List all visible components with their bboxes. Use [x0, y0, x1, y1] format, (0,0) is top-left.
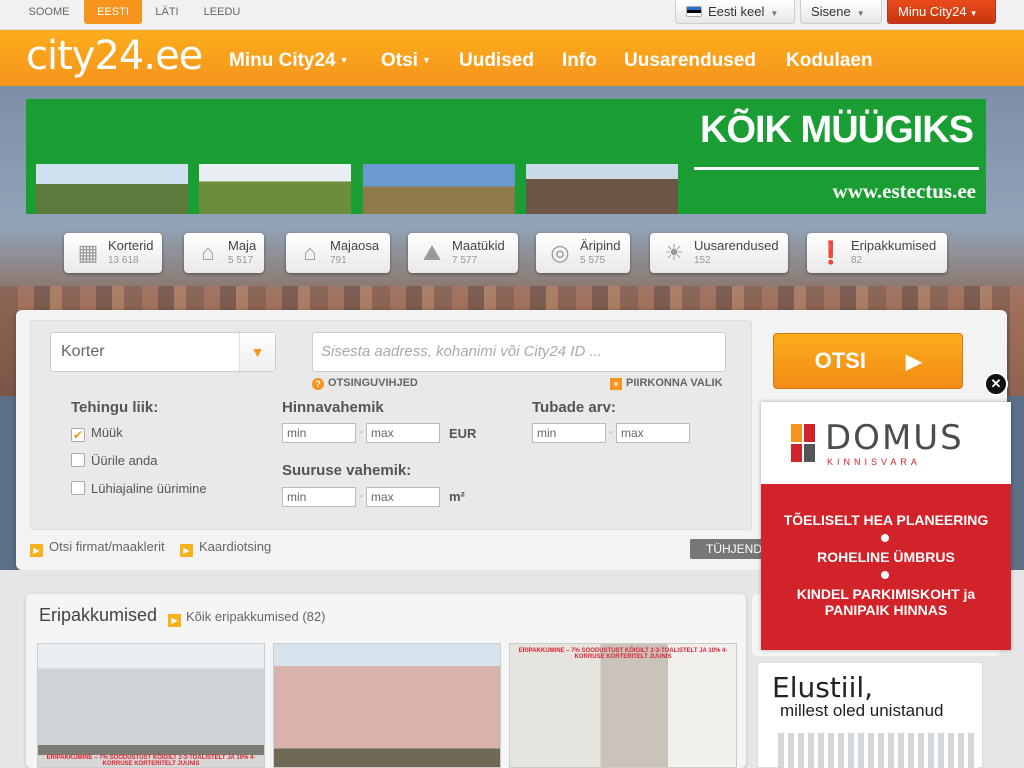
- checkmark-icon: ✔: [71, 428, 85, 442]
- estectus-ad-banner[interactable]: KÕIK MÜÜGIKS www.estectus.ee: [26, 99, 986, 214]
- close-icon[interactable]: ✕: [984, 372, 1008, 396]
- caret-down-icon: ▼: [969, 9, 978, 18]
- lang-link-leedu[interactable]: LEEDU: [196, 0, 248, 24]
- domus-feature: TÕELISELT HEA PLANEERING: [783, 512, 989, 528]
- offers-title: Eripakkumised: [39, 605, 158, 625]
- elustiil-title: Elustiil,: [772, 671, 874, 704]
- ad-photo-field: [199, 164, 351, 214]
- lang-link-soome[interactable]: SOOME: [18, 0, 80, 24]
- domus-name: DOMUS: [825, 418, 964, 458]
- play-icon: ▶: [30, 544, 43, 557]
- offer-card-2[interactable]: [273, 643, 501, 768]
- my-city24-dropdown[interactable]: Minu City24 ▼: [887, 0, 996, 24]
- category-majaosa[interactable]: ⌂ Majaosa 791: [286, 233, 390, 273]
- search-tips-link[interactable]: ? OTSINGUVIHJED: [312, 377, 418, 390]
- domus-ad-popup[interactable]: ✕ DOMUS KINNISVARA TÕELISELT HEA PLANEER…: [761, 372, 1011, 650]
- category-maatukid[interactable]: ⛰ Maatükid 7 577: [408, 233, 518, 273]
- deal-type-rent-checkbox[interactable]: Üürile anda: [71, 453, 158, 468]
- building-image: [778, 733, 978, 768]
- category-uusarendused[interactable]: ☀ Uusarendused 152: [650, 233, 788, 273]
- login-dropdown[interactable]: Sisene ▼: [800, 0, 882, 24]
- main-header: city24.ee Minu City24 ▼ Otsi ▼ Uudised Inf…: [0, 30, 1024, 86]
- top-bar: SOOME EESTI LÄTI LEEDU Eesti keel ▼ Sisen…: [0, 0, 1024, 30]
- sun-icon: ☀: [664, 240, 684, 265]
- category-korterid[interactable]: ▦ Korterid 13 618: [64, 233, 162, 273]
- arrow-right-icon: ▶: [905, 351, 922, 373]
- site-logo[interactable]: city24.ee: [26, 33, 203, 79]
- exclamation-icon: ❗: [817, 240, 845, 265]
- nav-item-kodulaen[interactable]: Kodulaen: [786, 50, 873, 72]
- house-part-icon: ⌂: [303, 240, 317, 265]
- category-aripind[interactable]: ◎ Äripind 5 575: [536, 233, 630, 273]
- play-icon: ▶: [180, 544, 193, 557]
- offer-caption: ERIPAKKUMINE – 7% SOODUSTUST KÕIGILT 2-3…: [38, 755, 264, 767]
- estonian-flag-icon: [686, 6, 702, 17]
- ad-photo-forest: [36, 164, 188, 214]
- price-max-input[interactable]: max: [366, 423, 440, 443]
- currency-label: EUR: [449, 426, 477, 441]
- search-submit-button[interactable]: OTSI ▶: [773, 333, 963, 389]
- question-icon: ?: [312, 378, 324, 390]
- nav-item-uusarendused[interactable]: Uusarendused: [624, 50, 756, 72]
- find-agent-link[interactable]: ▶ Otsi firmat/maaklerit: [30, 539, 165, 557]
- language-dropdown[interactable]: Eesti keel ▼: [675, 0, 795, 24]
- ad-photo-building: [526, 164, 678, 214]
- category-maja[interactable]: ⌂ Maja 5 517: [184, 233, 264, 273]
- lang-link-eesti[interactable]: EESTI: [84, 0, 142, 24]
- deal-type-label: Tehingu liik:: [71, 399, 159, 416]
- apartment-icon: ▦: [77, 240, 99, 265]
- ad-photo-meadow: [363, 164, 515, 214]
- size-range-label: Suuruse vahemik:: [282, 462, 412, 479]
- deal-type-sale-checkbox[interactable]: ✔ Müük: [71, 425, 123, 442]
- offer-card-1[interactable]: ERIPAKKUMINE – 7% SOODUSTUST KÕIGILT 2-3…: [37, 643, 265, 768]
- property-type-select[interactable]: Korter ▼: [50, 332, 276, 372]
- price-min-input[interactable]: min: [282, 423, 356, 443]
- category-eripakkumised[interactable]: ❗ Eripakkumised 82: [807, 233, 947, 273]
- offer-caption: ERIPAKKUMINE – 7% SOODUSTUST KÕIGILT 2-3…: [518, 648, 728, 660]
- domus-feature: KINDEL PARKIMISKOHT ja PANIPAIK HINNAS: [796, 586, 976, 618]
- ad-divider: [694, 167, 979, 170]
- caret-down-icon: ▼: [339, 55, 349, 65]
- play-icon: ▶: [168, 614, 181, 627]
- elustiil-subtitle: millest oled unistanud: [780, 701, 944, 720]
- caret-down-icon: ▼: [856, 9, 865, 18]
- deal-type-short-rent-checkbox[interactable]: Lühiajaline üürimine: [71, 481, 207, 496]
- caret-down-icon: ▼: [421, 55, 431, 65]
- chevron-down-icon: ▼: [239, 333, 275, 371]
- price-range-label: Hinnavahemik: [282, 399, 384, 416]
- area-select-link[interactable]: + PIIRKONNA VALIK: [610, 377, 723, 390]
- commercial-icon: ◎: [550, 240, 570, 265]
- elustiil-ad[interactable]: Elustiil, millest oled unistanud: [757, 662, 983, 768]
- nav-item-minu-city24[interactable]: Minu City24 ▼: [229, 50, 349, 72]
- rooms-max-input[interactable]: max: [616, 423, 690, 443]
- domus-logo-icon: [791, 424, 815, 462]
- land-icon: ⛰: [422, 240, 442, 265]
- rooms-label: Tubade arv:: [532, 399, 616, 416]
- domus-feature: ROHELINE ÜMBRUS: [817, 549, 955, 565]
- rooms-min-input[interactable]: min: [532, 423, 606, 443]
- plus-icon: +: [610, 378, 622, 390]
- nav-item-info[interactable]: Info: [562, 50, 597, 72]
- address-search-input[interactable]: Sisesta aadress, kohanimi või City24 ID …: [312, 332, 726, 372]
- lang-link-lati[interactable]: LÄTI: [146, 0, 188, 24]
- offer-card-3[interactable]: ERIPAKKUMINE – 7% SOODUSTUST KÕIGILT 2-3…: [509, 643, 737, 768]
- house-icon: ⌂: [201, 240, 215, 265]
- caret-down-icon: ▼: [770, 9, 779, 18]
- domus-features: TÕELISELT HEA PLANEERING ROHELINE ÜMBRUS…: [761, 484, 1011, 650]
- domus-subtitle: KINNISVARA: [827, 457, 921, 467]
- size-min-input[interactable]: min: [282, 487, 356, 507]
- map-search-link[interactable]: ▶ Kaardiotsing: [180, 539, 271, 557]
- all-offers-link[interactable]: ▶ Kõik eripakkumised (82): [168, 609, 325, 627]
- nav-item-uudised[interactable]: Uudised: [459, 50, 534, 72]
- nav-item-otsi[interactable]: Otsi ▼: [381, 50, 431, 72]
- ad-title: KÕIK MÜÜGIKS: [700, 109, 974, 151]
- ad-url: www.estectus.ee: [832, 179, 976, 203]
- clear-button[interactable]: TÜHJEND: [690, 539, 770, 559]
- area-unit-label: m²: [449, 489, 465, 504]
- size-max-input[interactable]: max: [366, 487, 440, 507]
